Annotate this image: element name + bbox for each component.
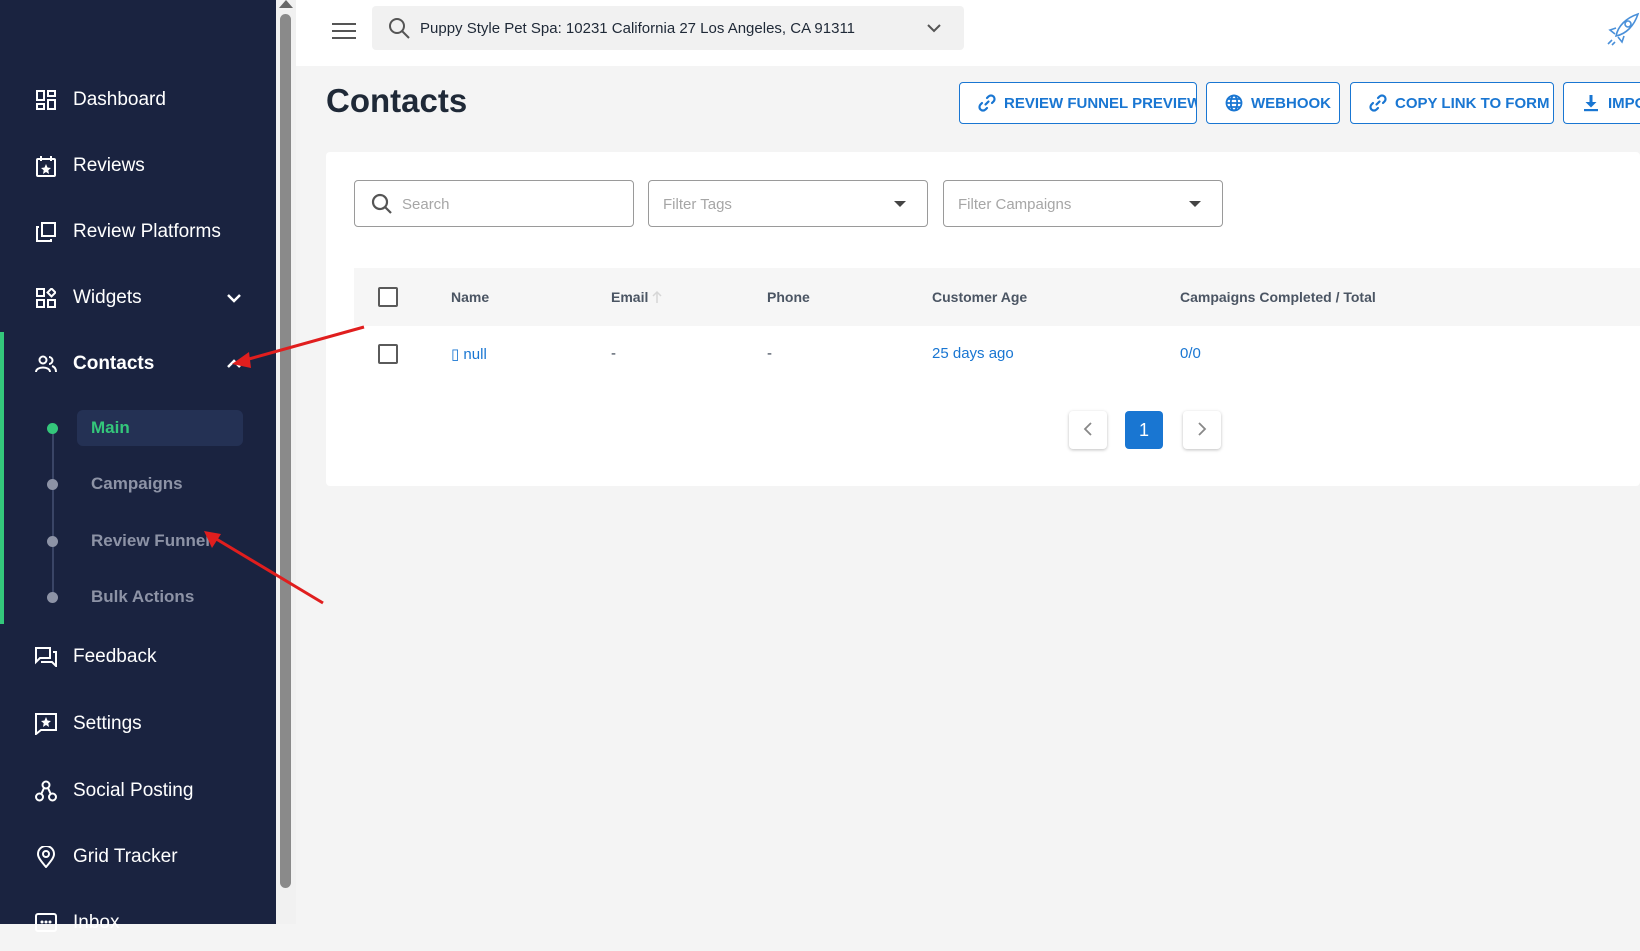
select-all-checkbox[interactable] [378, 287, 398, 307]
submenu-label: Bulk Actions [91, 587, 195, 606]
bullet-icon [47, 535, 58, 547]
submenu-line [52, 428, 54, 598]
caret-down-icon [1189, 201, 1201, 207]
submenu-item-bulk-actions[interactable]: Bulk Actions [0, 579, 276, 615]
sidebar-item-label: Dashboard [73, 89, 166, 110]
sidebar-item-grid-tracker[interactable]: Grid Tracker [0, 829, 276, 885]
review-funnel-preview-button[interactable]: REVIEW FUNNEL PREVIEW [959, 82, 1197, 124]
forum-icon [34, 645, 58, 669]
bullet-icon [47, 591, 58, 603]
sidebar-item-dashboard[interactable]: Dashboard [0, 72, 276, 128]
sidebar-item-widgets[interactable]: Widgets [0, 270, 276, 326]
sidebar-item-feedback[interactable]: Feedback [0, 629, 276, 685]
submenu-label: Main [91, 418, 130, 437]
search-icon [371, 193, 393, 220]
submenu-item-campaigns[interactable]: Campaigns [0, 466, 276, 502]
sidebar: Dashboard Reviews Review Platforms Widge… [0, 0, 276, 933]
copy-link-to-form-button[interactable]: COPY LINK TO FORM [1350, 82, 1554, 124]
submenu-item-main[interactable]: Main [0, 410, 276, 446]
sidebar-item-label: Social Posting [73, 780, 194, 801]
column-header-campaigns[interactable]: Campaigns Completed / Total [1180, 289, 1376, 305]
copy-icon [34, 220, 58, 244]
star-box-icon [34, 712, 58, 736]
column-header-customer-age[interactable]: Customer Age [932, 289, 1027, 305]
chevron-right-icon [1196, 420, 1208, 441]
column-header-phone[interactable]: Phone [767, 289, 810, 305]
contact-age: 25 days ago [932, 345, 1014, 362]
sidebar-item-label: Contacts [73, 353, 155, 374]
sidebar-item-label: Feedback [73, 646, 157, 667]
submenu-item-review-funnel[interactable]: Review Funnel [0, 523, 276, 559]
submenu-label: Review Funnel [91, 531, 211, 550]
menu-icon[interactable] [332, 22, 356, 40]
import-label: IMPO [1608, 94, 1640, 112]
dashboard-icon [34, 88, 58, 112]
copy-link-to-form-label: COPY LINK TO FORM [1395, 94, 1550, 112]
previous-page-button[interactable] [1069, 411, 1107, 449]
calendar-star-icon [34, 154, 58, 178]
scrollbar-thumb[interactable] [280, 14, 291, 888]
column-header-name[interactable]: Name [451, 289, 489, 305]
location-icon [34, 845, 58, 869]
submenu-label: Campaigns [91, 474, 183, 493]
page-title: Contacts [326, 82, 468, 119]
download-icon [1582, 94, 1600, 112]
chevron-up-icon[interactable] [224, 354, 244, 374]
hub-icon [34, 779, 58, 803]
sidebar-item-review-platforms[interactable]: Review Platforms [0, 204, 276, 260]
sidebar-item-social-posting[interactable]: Social Posting [0, 763, 276, 819]
contacts-icon [34, 352, 58, 376]
chevron-left-icon [1082, 420, 1094, 441]
sidebar-item-settings[interactable]: Settings [0, 696, 276, 752]
bullet-icon [47, 478, 58, 490]
column-header-email[interactable]: Email [611, 289, 648, 305]
globe-icon [1225, 94, 1243, 112]
search-placeholder: Search [402, 196, 450, 213]
contact-name-link[interactable]: ▯ null [451, 345, 487, 363]
sidebar-item-label: Widgets [73, 287, 142, 308]
sidebar-item-label: Reviews [73, 155, 145, 176]
filter-tags-select[interactable]: Filter Tags [648, 180, 928, 227]
filter-tags-placeholder: Filter Tags [663, 196, 732, 213]
next-page-button[interactable] [1183, 411, 1221, 449]
search-icon [388, 17, 410, 44]
webhook-button[interactable]: WEBHOOK [1206, 82, 1340, 124]
chevron-down-icon [926, 20, 942, 41]
contact-email: - [611, 345, 616, 362]
search-input[interactable]: Search [354, 180, 634, 227]
sidebar-item-contacts[interactable]: Contacts [0, 336, 276, 392]
review-funnel-preview-label: REVIEW FUNNEL PREVIEW [1004, 94, 1197, 112]
sidebar-item-label: Grid Tracker [73, 846, 178, 867]
link-icon [1369, 94, 1387, 112]
caret-down-icon [894, 201, 906, 207]
sidebar-item-inbox[interactable]: Inbox [0, 895, 276, 951]
inbox-icon [34, 911, 58, 935]
page-number-button[interactable]: 1 [1125, 411, 1163, 449]
scroll-up-arrow-icon[interactable] [279, 0, 293, 8]
row-checkbox[interactable] [378, 344, 398, 364]
link-icon [978, 94, 996, 112]
chevron-down-icon[interactable] [224, 288, 244, 308]
sort-arrow-icon[interactable] [651, 290, 663, 309]
sidebar-item-label: Inbox [73, 912, 120, 933]
rocket-icon[interactable] [1606, 12, 1640, 51]
bullet-icon [47, 422, 58, 434]
import-button[interactable]: IMPO [1563, 82, 1640, 124]
sidebar-item-label: Review Platforms [73, 221, 221, 242]
filter-campaigns-placeholder: Filter Campaigns [958, 196, 1072, 213]
sidebar-item-label: Settings [73, 713, 142, 734]
location-select[interactable]: Puppy Style Pet Spa: 10231 California 27… [372, 6, 964, 50]
contact-campaigns[interactable]: 0/0 [1180, 345, 1201, 362]
sidebar-item-reviews[interactable]: Reviews [0, 138, 276, 194]
contact-phone: - [767, 345, 772, 362]
location-value: Puppy Style Pet Spa: 10231 California 27… [420, 20, 856, 37]
widgets-icon [34, 286, 58, 310]
filter-campaigns-select[interactable]: Filter Campaigns [943, 180, 1223, 227]
webhook-label: WEBHOOK [1251, 94, 1331, 112]
